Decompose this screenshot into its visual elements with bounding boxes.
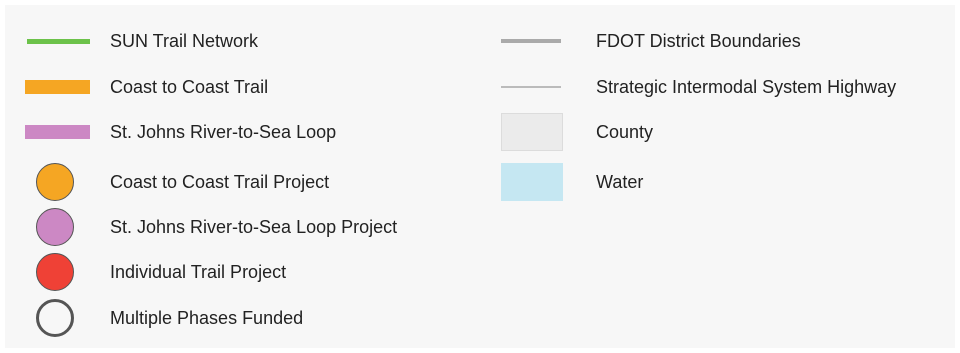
legend-label: Individual Trail Project bbox=[110, 262, 287, 282]
legend-label: Strategic Intermodal System Highway bbox=[596, 77, 897, 97]
fdot-boundary-line-symbol bbox=[501, 39, 561, 43]
legend-item-individual-trail-project: Individual Trail Project bbox=[5, 252, 485, 292]
legend-item-water: Water bbox=[5, 162, 955, 202]
legend-label: St. Johns River-to-Sea Loop Project bbox=[110, 217, 398, 237]
water-fill-symbol bbox=[501, 163, 563, 201]
legend-item-st-johns-loop-project: St. Johns River-to-Sea Loop Project bbox=[5, 207, 485, 247]
legend-item-county: County bbox=[5, 112, 955, 152]
legend-item-fdot-district-boundaries: FDOT District Boundaries bbox=[5, 21, 955, 61]
red-circle-icon bbox=[36, 253, 74, 291]
legend-item-multiple-phases-funded: Multiple Phases Funded bbox=[5, 298, 485, 338]
legend-label: Multiple Phases Funded bbox=[110, 308, 304, 328]
legend-label: County bbox=[596, 122, 654, 142]
county-fill-symbol bbox=[501, 113, 563, 151]
hollow-circle-icon bbox=[36, 299, 74, 337]
legend-item-sis-highway: Strategic Intermodal System Highway bbox=[5, 67, 955, 107]
legend-label: FDOT District Boundaries bbox=[596, 31, 801, 51]
legend-label: Water bbox=[596, 172, 644, 192]
map-legend: SUN Trail Network Coast to Coast Trail S… bbox=[5, 5, 955, 348]
sis-highway-line-symbol bbox=[501, 86, 561, 88]
purple-circle-icon bbox=[36, 208, 74, 246]
